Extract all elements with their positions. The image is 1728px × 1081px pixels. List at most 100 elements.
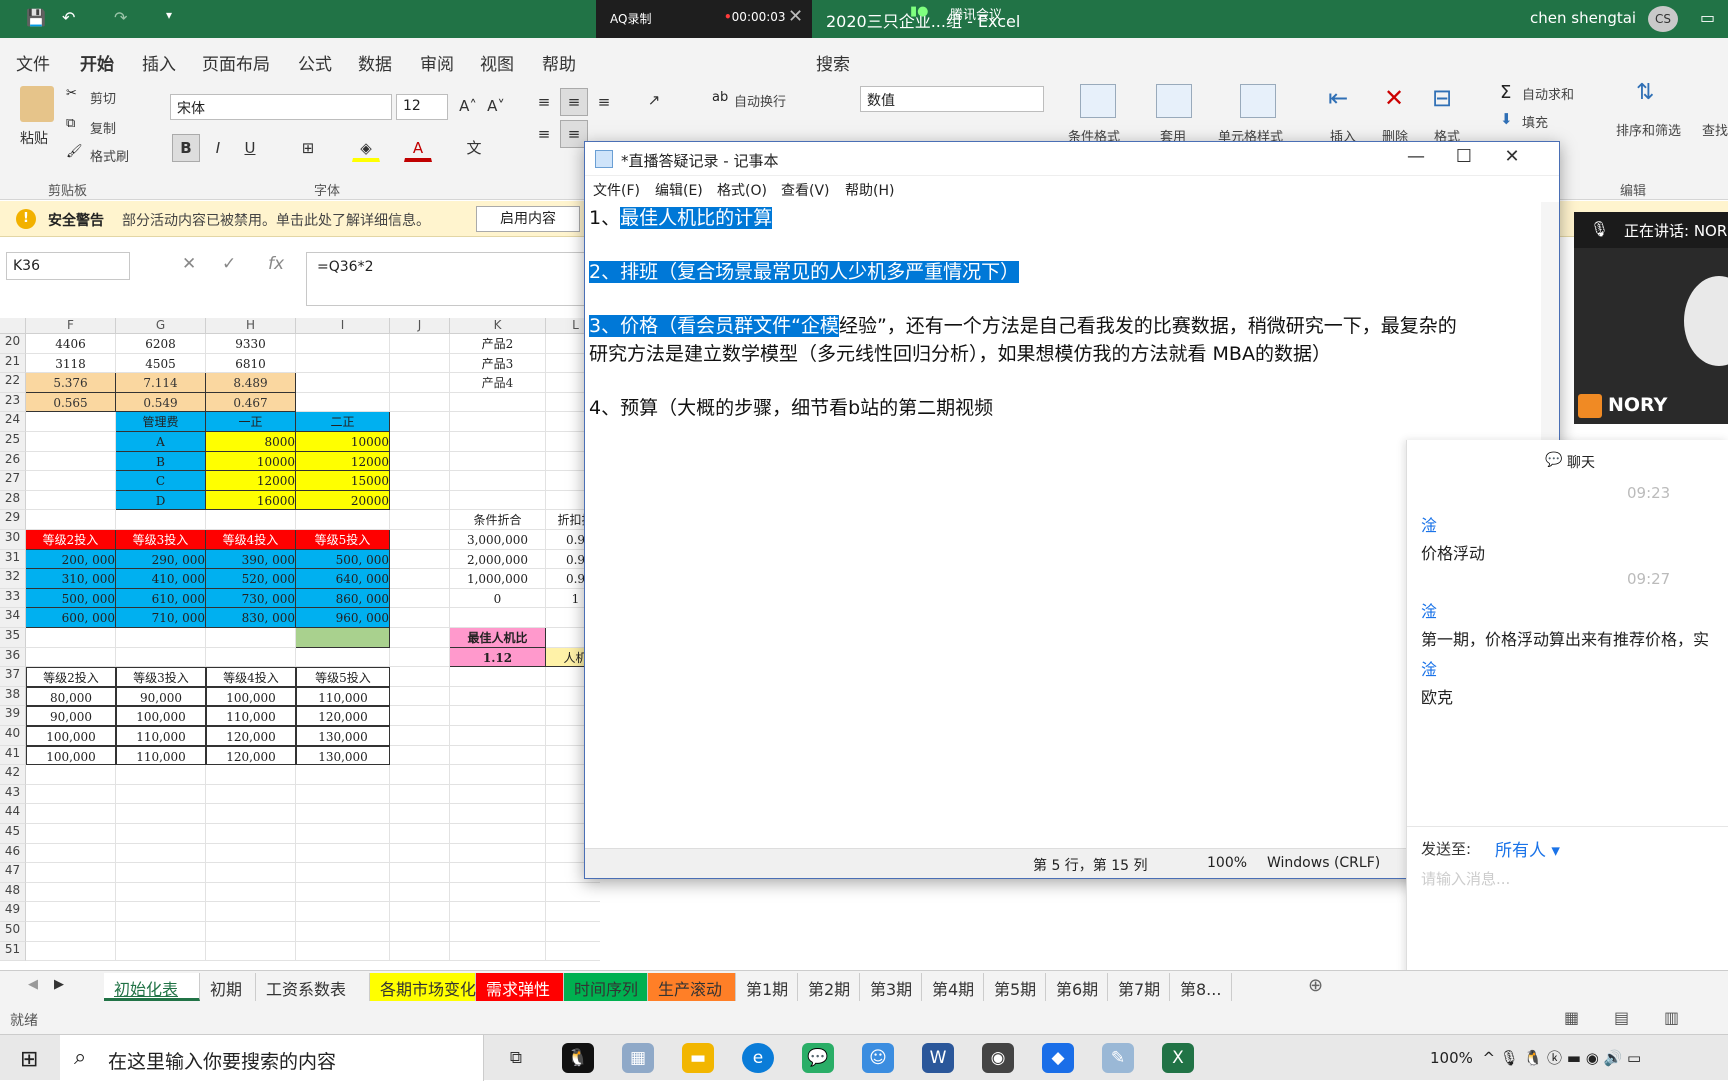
function-icon[interactable]: fx [268, 254, 284, 274]
copy-icon[interactable]: ⧉ [66, 116, 75, 131]
grid-cell[interactable] [390, 471, 450, 491]
grid-cell[interactable]: 500, 000 [26, 588, 116, 609]
undo-icon[interactable]: ↶ [62, 8, 75, 27]
grid-cell[interactable] [296, 353, 390, 374]
grid-cell[interactable] [206, 765, 296, 785]
wechat-icon[interactable]: 💬 [802, 1043, 834, 1073]
row-header[interactable]: 49 [0, 902, 26, 922]
sheet-tab[interactable]: 初始化表 [104, 973, 200, 1001]
taskbar-search[interactable]: ⌕ 在这里输入你要搜索的内容 [60, 1035, 484, 1081]
grid-cell[interactable] [116, 882, 206, 903]
grid-cell[interactable] [26, 412, 116, 432]
chat-input[interactable]: 请输入消息... [1421, 868, 1510, 889]
grid-cell[interactable] [546, 883, 600, 903]
grid-cell[interactable] [450, 451, 546, 472]
increase-font-icon[interactable]: A˄ [454, 92, 482, 120]
wrap-text-button[interactable]: 自动换行 [734, 91, 786, 110]
grid-cell[interactable]: 960, 000 [296, 608, 390, 628]
chat-user[interactable]: 淦 [1421, 656, 1437, 680]
grid-cell[interactable] [296, 863, 390, 883]
row-header[interactable]: 25 [0, 432, 26, 452]
grid-cell[interactable]: 0.549 [116, 392, 206, 413]
grid-cell[interactable] [450, 706, 546, 726]
file-explorer-icon[interactable]: ▬ [682, 1043, 714, 1073]
orientation-icon[interactable]: ↗ [640, 86, 668, 114]
grid-cell[interactable]: 110,000 [116, 745, 206, 766]
row-header[interactable]: 30 [0, 530, 26, 550]
row-header[interactable]: 38 [0, 686, 26, 707]
grid-cell[interactable] [390, 843, 450, 864]
grid-cell[interactable] [390, 863, 450, 883]
row-header[interactable]: 35 [0, 628, 26, 648]
grid-cell[interactable]: 640, 000 [296, 569, 390, 589]
conditional-format-icon[interactable] [1080, 84, 1116, 118]
sheet-tab[interactable]: 初期 [200, 973, 256, 1001]
row-header[interactable]: 31 [0, 549, 26, 570]
column-header[interactable]: F [26, 318, 116, 334]
grid-cell[interactable] [116, 843, 206, 864]
notepad-title-bar[interactable]: *直播答疑记录 - 记事本 — ☐ ✕ [585, 142, 1559, 176]
grid-cell[interactable] [390, 902, 450, 922]
font-size-select[interactable]: 12 [396, 94, 448, 120]
grid-cell[interactable]: 100,000 [26, 745, 116, 766]
user-name[interactable]: chen shengtai [1530, 9, 1636, 27]
notepad-text-area[interactable]: 1、最佳人机比的计算 2、排班（复合场景最常见的人少机多严重情况下） 3、价格（… [589, 204, 1539, 824]
font-color-icon[interactable]: A [404, 134, 432, 162]
grid-cell[interactable]: 1,000,000 [450, 569, 546, 589]
grid-cell[interactable] [390, 765, 450, 785]
redo-icon[interactable]: ↷ [114, 8, 127, 27]
grid-cell[interactable] [206, 510, 296, 530]
cancel-icon[interactable]: ✕ [182, 254, 196, 274]
save-icon[interactable]: 💾 [26, 8, 46, 27]
tray-icons[interactable]: ^ 🎙 🐧 ⓚ ▬ ◉ 🔊 ▭ [1478, 1049, 1641, 1067]
grid-cell[interactable]: 7.114 [116, 373, 206, 393]
bold-icon[interactable]: B [172, 134, 200, 162]
grid-cell[interactable] [390, 353, 450, 374]
grid-cell[interactable] [450, 922, 546, 942]
grid-cell[interactable] [206, 843, 296, 864]
grid-cell[interactable]: 20000 [296, 490, 390, 511]
row-header[interactable]: 28 [0, 490, 26, 511]
grid-cell[interactable] [390, 882, 450, 903]
grid-cell[interactable] [390, 432, 450, 452]
grid-cell[interactable] [546, 922, 600, 942]
grid-cell[interactable]: 4505 [116, 353, 206, 374]
number-format-select[interactable]: 数值 [860, 86, 1044, 112]
grid-cell[interactable] [206, 902, 296, 922]
notepad-menu-format[interactable]: 格式(O) [717, 180, 767, 200]
grid-cell[interactable] [546, 942, 600, 962]
select-all-corner[interactable] [0, 318, 26, 334]
row-header[interactable]: 50 [0, 922, 26, 942]
grid-cell[interactable] [26, 451, 116, 472]
fill-icon[interactable]: ⬇ [1500, 110, 1513, 128]
grid-cell[interactable] [26, 510, 116, 530]
grid-cell[interactable]: 730, 000 [206, 588, 296, 609]
grid-cell[interactable] [116, 510, 206, 530]
grid-cell[interactable] [450, 843, 546, 864]
grid-cell[interactable]: 110,000 [296, 686, 390, 707]
grid-cell[interactable] [26, 902, 116, 922]
meeting-app-icon[interactable]: ◆ [1042, 1043, 1074, 1073]
grid-cell[interactable]: 12000 [206, 471, 296, 491]
notepad-menu-edit[interactable]: 编辑(E) [655, 180, 703, 200]
row-header[interactable]: 33 [0, 588, 26, 609]
grid-cell[interactable]: 最佳人机比 [450, 628, 546, 648]
grid-cell[interactable]: B [116, 451, 206, 472]
grid-cell[interactable] [390, 726, 450, 746]
grid-cell[interactable] [116, 863, 206, 883]
row-header[interactable]: 44 [0, 804, 26, 824]
grid-cell[interactable] [296, 843, 390, 864]
format-cells-icon[interactable]: ⊟ [1432, 84, 1452, 112]
grid-cell[interactable] [450, 412, 546, 432]
grid-cell[interactable] [390, 804, 450, 824]
grid-cell[interactable]: 410, 000 [116, 569, 206, 589]
grid-cell[interactable]: 等级4投入 [206, 530, 296, 550]
sheet-tab[interactable]: 第5期 [984, 973, 1046, 1001]
row-header[interactable]: 51 [0, 941, 26, 962]
grid-cell[interactable]: 4406 [26, 334, 116, 354]
grid-cell[interactable]: 二正 [296, 412, 390, 432]
grid-cell[interactable]: A [116, 432, 206, 452]
grid-cell[interactable]: 产品4 [450, 373, 546, 393]
grid-cell[interactable]: 130,000 [296, 745, 390, 766]
grid-cell[interactable]: 290, 000 [116, 549, 206, 570]
